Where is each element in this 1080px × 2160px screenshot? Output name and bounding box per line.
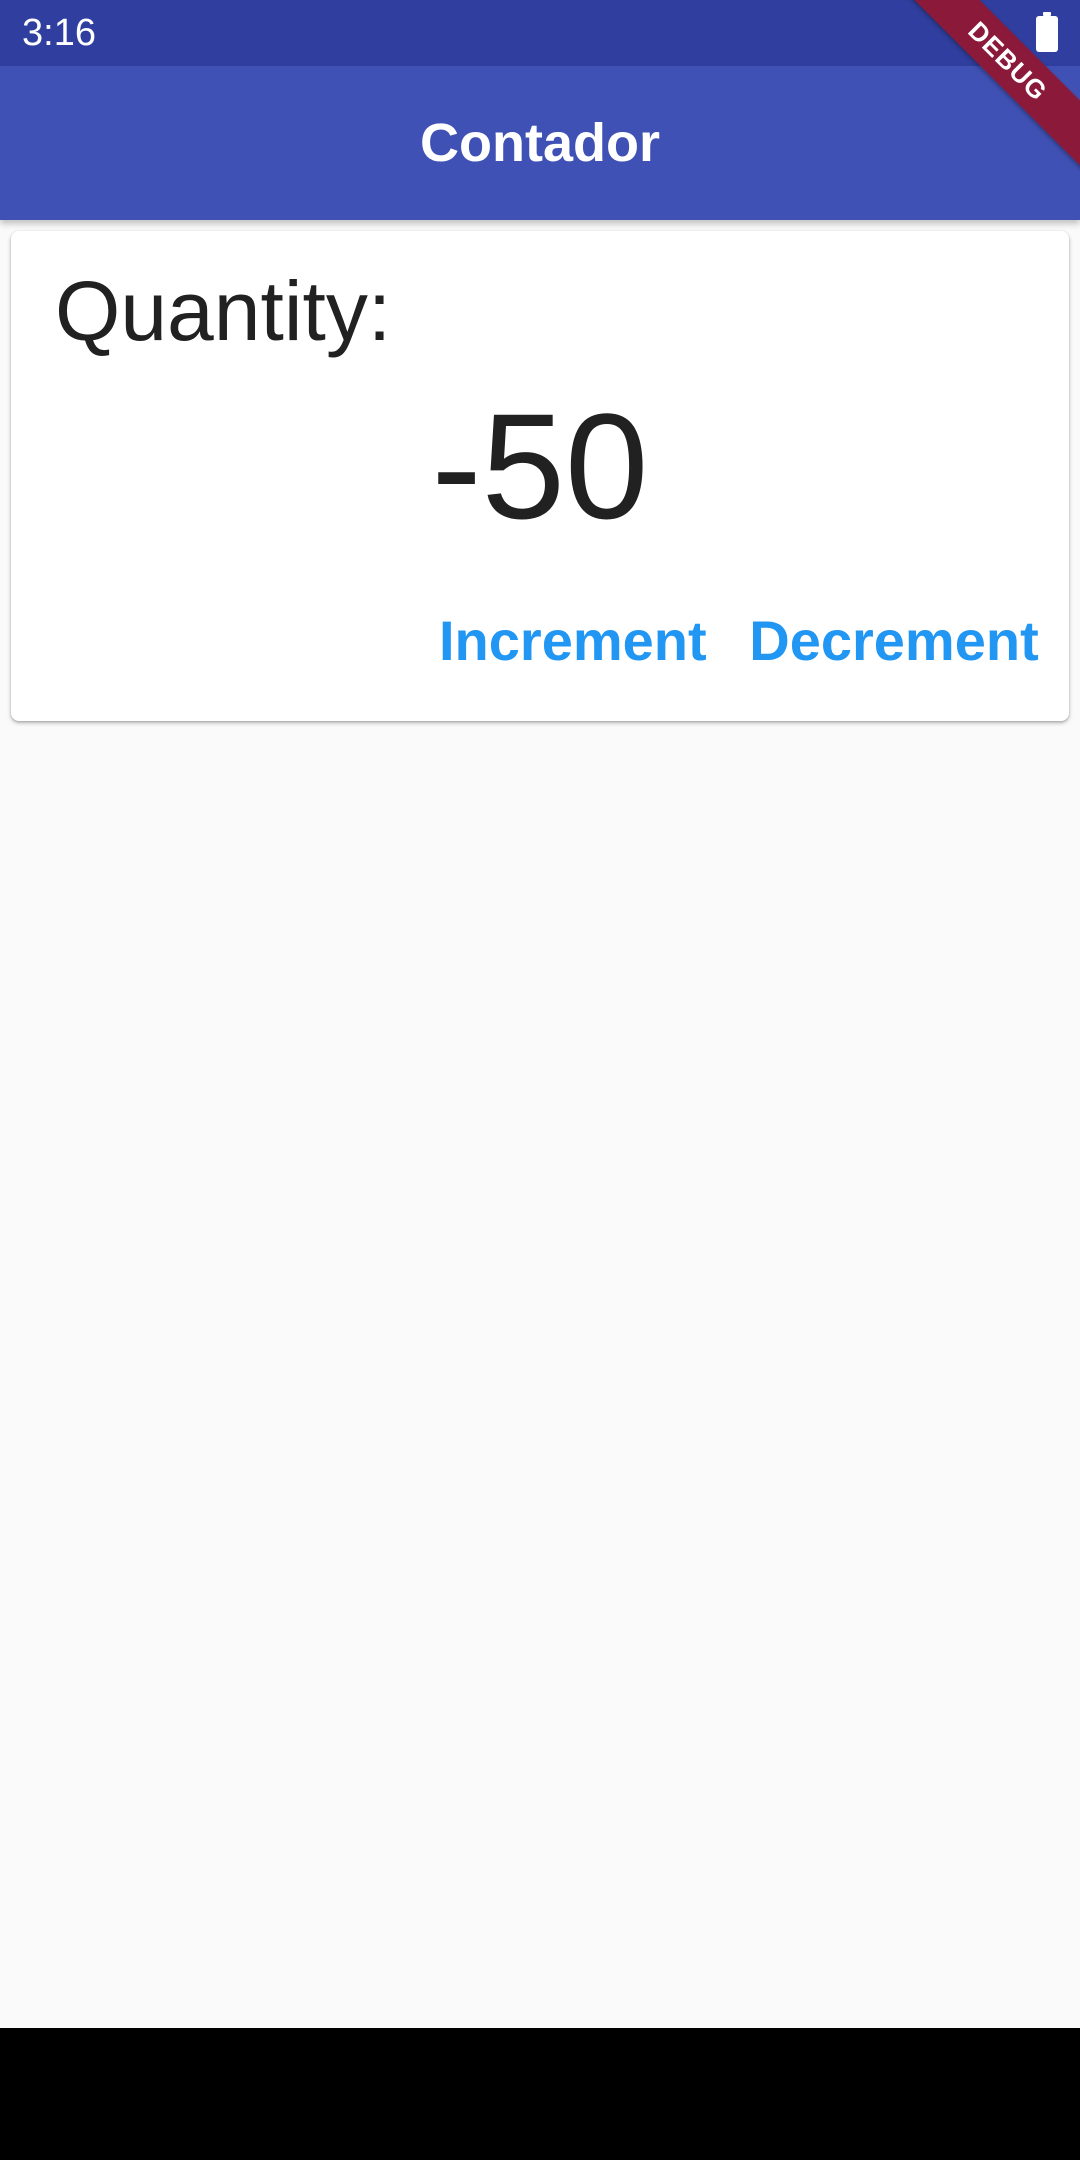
quantity-value: -50 — [431, 382, 649, 550]
quantity-card: Quantity: -50 Increment Decrement — [11, 231, 1069, 721]
increment-button[interactable]: Increment — [439, 591, 707, 691]
status-time: 3:16 — [22, 12, 96, 54]
quantity-label: Quantity: — [55, 264, 392, 358]
screen: 3:16 Contador DEBUG Quantity: -50 Increm… — [0, 0, 1080, 2160]
app-bar: Contador — [0, 66, 1080, 220]
battery-full-icon — [1036, 12, 1058, 52]
app-title: Contador — [420, 113, 660, 173]
system-nav-bar — [0, 2028, 1080, 2160]
decrement-button[interactable]: Decrement — [749, 591, 1039, 691]
status-bar: 3:16 — [0, 0, 1080, 66]
